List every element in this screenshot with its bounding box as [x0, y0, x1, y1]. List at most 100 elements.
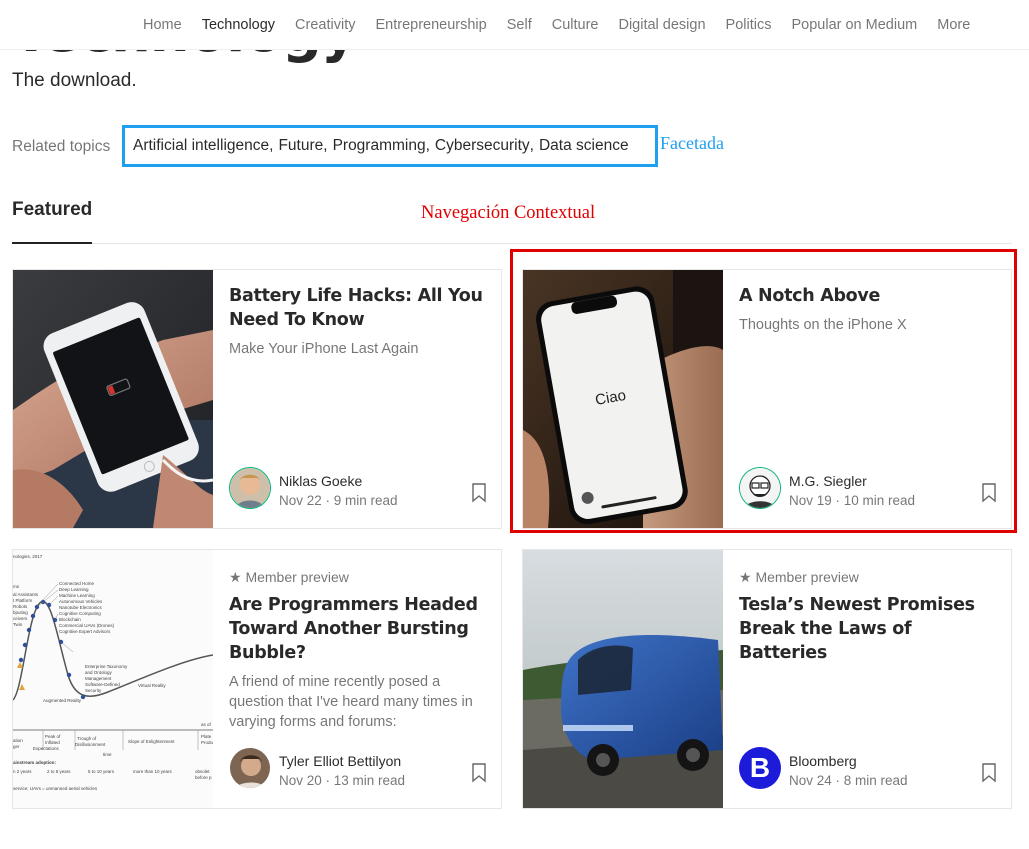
hype-cycle-chart[interactable]: Connected Home Deep Learning Machine Lear…: [13, 550, 213, 808]
related-topics-list: Artificial intelligence, Future, Programmi…: [122, 125, 658, 167]
phone-battery-photo[interactable]: [13, 270, 213, 528]
nav-item-technology[interactable]: Technology: [202, 17, 275, 33]
bookmark-icon[interactable]: [471, 763, 487, 783]
svg-text:Trough of: Trough of: [77, 736, 97, 741]
tyler-avatar[interactable]: [229, 747, 271, 789]
svg-text:ms: ms: [13, 584, 20, 589]
svg-text:2 to 5 years: 2 to 5 years: [47, 769, 71, 774]
author-name[interactable]: Tyler Elliot Bettilyon: [279, 753, 401, 769]
svg-text:more than 10 years: more than 10 years: [133, 769, 173, 774]
author-row: B Bloomberg Nov 24 · 8 min read: [739, 747, 1001, 793]
article-card[interactable]: Ciao A Notch Above Thoughts on the iPhon…: [522, 269, 1012, 529]
article-body: A Notch Above Thoughts on the iPhone X M…: [739, 270, 1001, 528]
svg-text:Commercial UAVs (Drones): Commercial UAVs (Drones): [59, 623, 115, 628]
tab-featured[interactable]: Featured: [12, 199, 92, 221]
svg-text:nologies, 2017: nologies, 2017: [13, 554, 43, 559]
author-name[interactable]: Bloomberg: [789, 753, 857, 769]
contextual-annotation: Navegación Contextual: [421, 203, 596, 223]
author-row: Tyler Elliot Bettilyon Nov 20 · 13 min r…: [229, 747, 491, 793]
article-subtitle[interactable]: A friend of mine recently posed a questi…: [229, 672, 491, 732]
article-body: ★ Member preview Tesla’s Newest Promises…: [739, 550, 1001, 808]
svg-text:Slope of Enlightenment: Slope of Enlightenment: [128, 739, 175, 744]
article-title[interactable]: Battery Life Hacks: All You Need To Know: [229, 284, 491, 332]
topic-separator: ,: [269, 137, 274, 154]
nav-item-culture[interactable]: Culture: [552, 17, 599, 33]
article-title[interactable]: A Notch Above: [739, 284, 880, 308]
bloomberg-logo-letter: B: [749, 752, 771, 783]
article-body: Battery Life Hacks: All You Need To Know…: [229, 270, 491, 528]
topic-link-cybersecurity[interactable]: Cybersecurity: [435, 137, 530, 155]
page-tagline: The download.: [12, 70, 137, 91]
svg-text:Produ: Produ: [201, 740, 213, 745]
svg-text:al Assistants: al Assistants: [13, 592, 39, 597]
nav-item-politics[interactable]: Politics: [726, 17, 772, 33]
svg-text:Peak of: Peak of: [45, 734, 61, 739]
svg-text:Autonomous Vehicles: Autonomous Vehicles: [59, 599, 103, 604]
article-subtitle[interactable]: Make Your iPhone Last Again: [229, 339, 418, 359]
bookmark-icon[interactable]: [471, 483, 487, 503]
svg-text:Twin: Twin: [13, 622, 23, 627]
article-meta: Nov 20 · 13 min read: [279, 773, 406, 788]
article-card[interactable]: Battery Life Hacks: All You Need To Know…: [12, 269, 502, 529]
author-row: Niklas Goeke Nov 22 · 9 min read: [229, 467, 491, 513]
topic-link-future[interactable]: Future: [278, 137, 323, 155]
tab-divider: [12, 243, 1012, 244]
nav-item-creativity[interactable]: Creativity: [295, 17, 355, 33]
topic-link-programming[interactable]: Programming: [333, 137, 426, 155]
svg-text:Virtual Reality: Virtual Reality: [138, 683, 166, 688]
tesla-semi-photo[interactable]: [523, 550, 723, 808]
nav-item-more[interactable]: More: [937, 17, 970, 33]
nav-item-popular-on-medium[interactable]: Popular on Medium: [791, 17, 917, 33]
article-card[interactable]: ★ Member preview Tesla’s Newest Promises…: [522, 549, 1012, 809]
siegler-avatar[interactable]: [739, 467, 781, 509]
member-preview-badge: ★ Member preview: [739, 569, 859, 585]
member-preview-badge: ★ Member preview: [229, 569, 349, 585]
article-title[interactable]: Are Programmers Headed Toward Another Bu…: [229, 593, 491, 665]
iphone-x-photo[interactable]: Ciao: [523, 270, 723, 528]
nav-item-home[interactable]: Home: [143, 17, 182, 33]
svg-text:Robots: Robots: [13, 604, 28, 609]
faceted-annotation: Facetada: [660, 133, 724, 153]
svg-text:Blockchain: Blockchain: [59, 617, 81, 622]
nav-item-digital-design[interactable]: Digital design: [618, 17, 705, 33]
nav-item-entrepreneurship[interactable]: Entrepreneurship: [375, 17, 486, 33]
topic-link-data-science[interactable]: Data science: [539, 137, 629, 155]
svg-text:t Platform: t Platform: [13, 598, 33, 603]
article-body: ★ Member preview Are Programmers Headed …: [229, 550, 491, 808]
article-card[interactable]: Connected Home Deep Learning Machine Lear…: [12, 549, 502, 809]
related-topics-label: Related topics: [12, 138, 111, 155]
topic-separator: ,: [425, 137, 430, 154]
nav-item-self[interactable]: Self: [507, 17, 532, 33]
svg-text:ation: ation: [13, 738, 23, 743]
svg-text:5 to 10 years: 5 to 10 years: [88, 769, 115, 774]
bookmark-icon[interactable]: [981, 763, 997, 783]
niklas-avatar[interactable]: [229, 467, 271, 509]
top-navigation: Home Technology Creativity Entrepreneurship…: [0, 0, 1029, 50]
svg-text:Management: Management: [85, 676, 112, 681]
author-row: M.G. Siegler Nov 19 · 10 min read: [739, 467, 1001, 513]
svg-text:before p: before p: [195, 775, 212, 780]
svg-text:n 2 years: n 2 years: [13, 769, 32, 774]
svg-text:bputing: bputing: [13, 610, 28, 615]
bookmark-icon[interactable]: [981, 483, 997, 503]
svg-text:obsolet: obsolet: [195, 769, 210, 774]
article-title[interactable]: Tesla’s Newest Promises Break the Laws o…: [739, 593, 1001, 665]
tab-active-underline: [12, 242, 92, 244]
svg-text:Enterprise Taxonomy: Enterprise Taxonomy: [85, 664, 128, 669]
nav-items: Home Technology Creativity Entrepreneurship…: [143, 17, 990, 33]
svg-text:ger: ger: [13, 744, 20, 749]
svg-text:and Ontology: and Ontology: [85, 670, 113, 675]
article-subtitle[interactable]: Thoughts on the iPhone X: [739, 315, 907, 335]
topic-link-artificial-intelligence[interactable]: Artificial intelligence: [133, 137, 269, 155]
svg-text:Nanotube Electronics: Nanotube Electronics: [59, 605, 103, 610]
author-name[interactable]: Niklas Goeke: [279, 473, 362, 489]
svg-text:ceivers: ceivers: [13, 616, 28, 621]
svg-text:Deep Learning: Deep Learning: [59, 587, 89, 592]
author-name[interactable]: M.G. Siegler: [789, 473, 867, 489]
bloomberg-logo[interactable]: B: [739, 747, 781, 789]
svg-text:time: time: [103, 752, 112, 757]
svg-text:Machine Learning: Machine Learning: [59, 593, 95, 598]
svg-text:Inflated: Inflated: [45, 740, 60, 745]
article-meta: Nov 24 · 8 min read: [789, 773, 908, 788]
topic-separator: ,: [529, 137, 534, 154]
